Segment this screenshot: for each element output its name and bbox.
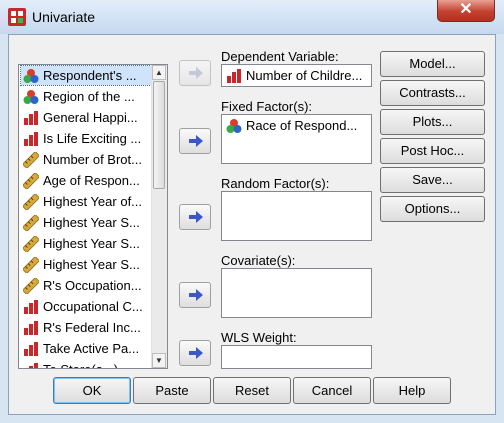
dependent-variable-value: Number of Childre... [246, 68, 363, 83]
nominal-icon [23, 69, 39, 83]
ordinal-icon [227, 69, 241, 83]
variable-label: Highest Year S... [43, 236, 140, 251]
scale-icon [23, 152, 39, 168]
variable-label: Age of Respon... [43, 173, 140, 188]
variable-label: Highest Year S... [43, 215, 140, 230]
move-to-dependent-button[interactable] [179, 60, 211, 86]
covariates-list[interactable] [221, 268, 372, 318]
ordinal-icon [29, 363, 38, 368]
ordinal-icon [24, 321, 38, 335]
move-to-covariate-button[interactable] [179, 282, 211, 308]
ordinal-icon [24, 342, 38, 356]
scale-icon [23, 194, 39, 210]
variable-label: Occupational C... [43, 299, 143, 314]
scale-icon [23, 215, 39, 231]
variable-item[interactable]: Occupational C... [21, 297, 153, 316]
dependent-variable-field[interactable]: Number of Childre... [221, 64, 372, 87]
variable-item[interactable]: Age of Respon... [21, 171, 153, 190]
variable-item[interactable]: Is Life Exciting ... [21, 129, 153, 148]
variable-item[interactable]: Highest Year S... [21, 255, 153, 274]
variable-label: R's Occupation... [43, 278, 142, 293]
variable-item[interactable]: Highest Year S... [21, 234, 153, 253]
variable-list[interactable]: Respondent's ... Region of the ... General… [18, 64, 168, 369]
move-to-wls-weight-button[interactable] [179, 340, 211, 366]
nominal-icon [226, 119, 242, 133]
cancel-button[interactable]: Cancel [293, 377, 371, 404]
variable-label: Highest Year of... [43, 194, 143, 209]
covariates-label: Covariate(s): [221, 253, 296, 268]
right-arrow-icon [189, 347, 203, 359]
paste-button[interactable]: Paste [133, 377, 211, 404]
right-arrow-icon [189, 211, 203, 223]
scroll-down-button[interactable]: ▼ [152, 353, 166, 368]
variable-item[interactable]: To Store(a...) [21, 360, 153, 368]
variable-item[interactable]: Highest Year of... [21, 192, 153, 211]
model-button[interactable]: Model... [380, 51, 485, 77]
variable-label: Is Life Exciting ... [43, 131, 142, 146]
variable-item[interactable]: Respondent's ... [20, 65, 154, 86]
variable-label: R's Federal Inc... [43, 320, 141, 335]
fixed-factors-list[interactable]: Race of Respond... [221, 114, 372, 164]
variable-label: Respondent's ... [43, 68, 137, 83]
scale-icon [23, 173, 39, 189]
variable-label: Take Active Pa... [43, 341, 140, 356]
variable-label: Highest Year S... [43, 257, 140, 272]
variable-label: Region of the ... [43, 89, 135, 104]
ordinal-icon [24, 132, 38, 146]
ordinal-icon [24, 300, 38, 314]
variable-item[interactable]: R's Occupation... [21, 276, 153, 295]
variable-label: To Store(a...) [43, 362, 118, 368]
plots-button[interactable]: Plots... [380, 109, 485, 135]
fixed-factor-item: Race of Respond... [246, 118, 358, 133]
close-icon: ✕ [459, 1, 473, 18]
scroll-up-button[interactable]: ▲ [152, 65, 166, 80]
reset-button[interactable]: Reset [213, 377, 291, 404]
wls-weight-label: WLS Weight: [221, 330, 297, 345]
variable-item[interactable]: Take Active Pa... [21, 339, 153, 358]
scroll-thumb[interactable] [153, 81, 165, 189]
options-button[interactable]: Options... [380, 196, 485, 222]
random-factors-list[interactable] [221, 191, 372, 241]
help-button[interactable]: Help [373, 377, 451, 404]
save-button[interactable]: Save... [380, 167, 485, 193]
scale-icon [23, 278, 39, 294]
scale-icon [23, 236, 39, 252]
variable-item[interactable]: Region of the ... [21, 87, 153, 106]
move-to-fixed-factor-button[interactable] [179, 128, 211, 154]
dependent-variable-label: Dependent Variable: [221, 49, 339, 64]
ok-button[interactable]: OK [53, 377, 131, 404]
fixed-factors-label: Fixed Factor(s): [221, 99, 313, 114]
variable-item[interactable]: Number of Brot... [21, 150, 153, 169]
wls-weight-field[interactable] [221, 345, 372, 369]
variable-item[interactable]: Highest Year S... [21, 213, 153, 232]
variable-label: Number of Brot... [43, 152, 142, 167]
nominal-icon [23, 90, 39, 104]
right-arrow-icon [189, 289, 203, 301]
spss-app-icon [8, 8, 26, 26]
scale-icon [23, 257, 39, 273]
variable-item[interactable]: R's Federal Inc... [21, 318, 153, 337]
variable-label: General Happi... [43, 110, 138, 125]
close-button[interactable]: ✕ [437, 0, 495, 22]
title-bar: Univariate ✕ [0, 0, 504, 34]
contrasts-button[interactable]: Contrasts... [380, 80, 485, 106]
move-to-random-factor-button[interactable] [179, 204, 211, 230]
ordinal-icon [24, 111, 38, 125]
right-arrow-icon [189, 67, 203, 79]
right-arrow-icon [189, 135, 203, 147]
variable-item[interactable]: General Happi... [21, 108, 153, 127]
variable-list-scrollbar[interactable]: ▲ ▼ [151, 65, 167, 368]
post-hoc-button[interactable]: Post Hoc... [380, 138, 485, 164]
window-title: Univariate [32, 9, 96, 25]
random-factors-label: Random Factor(s): [221, 176, 330, 191]
